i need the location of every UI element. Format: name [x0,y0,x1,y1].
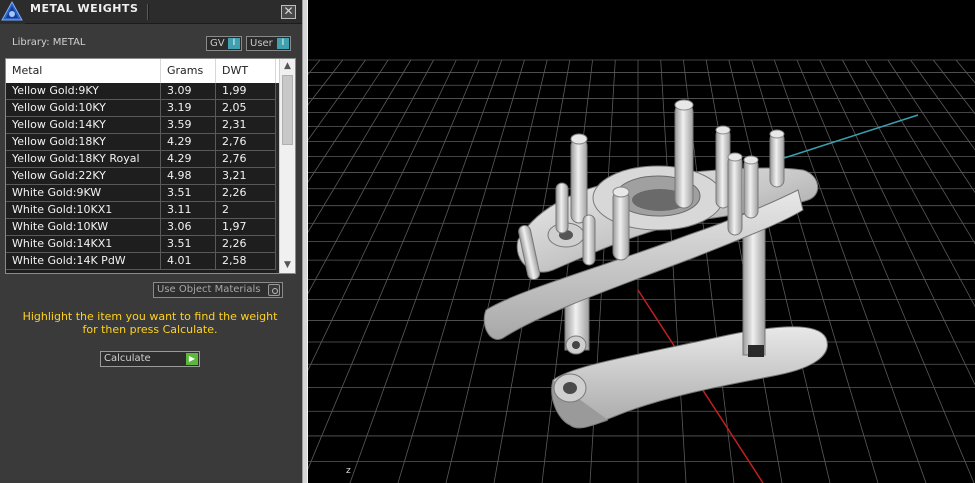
dwt-cell: 2,58 [216,253,276,269]
axis-indicator-label: z [346,466,351,476]
metal-cell: Yellow Gold:9KY [6,83,161,99]
library-label: Library: METAL [12,37,86,48]
metal-cell: White Gold:9KW [6,185,161,201]
metal-cell: Yellow Gold:22KY [6,168,161,184]
dwt-cell: 2,26 [216,236,276,252]
radio-icon [268,284,280,296]
table-body: Yellow Gold:9KY 3.09 1,99 Yellow Gold:10KY… [6,83,276,273]
user-toggle-button[interactable]: User I [246,36,291,51]
metal-cell: Yellow Gold:18KY [6,134,161,150]
titlebar-separator [147,4,149,20]
column-header-grams[interactable]: Grams [161,59,216,83]
column-header-dwt[interactable]: DWT [216,59,276,83]
use-object-materials-toggle[interactable]: Use Object Materials [153,282,283,298]
ring-model[interactable] [308,0,975,483]
grams-cell: 3.11 [161,202,216,218]
gv-label: GV [210,38,225,49]
instruction-line-2: for then press Calculate. [82,323,218,336]
dwt-cell: 2,05 [216,100,276,116]
grams-cell: 4.98 [161,168,216,184]
close-button[interactable]: ✕ [281,5,296,19]
app-logo-icon [0,0,25,24]
table-row[interactable]: White Gold:14K PdW 4.01 2,58 [6,253,276,270]
dwt-cell: 2 [216,202,276,218]
dwt-cell: 3,21 [216,168,276,184]
grams-cell: 3.51 [161,236,216,252]
gv-toggle-button[interactable]: GV I [206,36,242,51]
table-row[interactable]: Yellow Gold:9KY 3.09 1,99 [6,83,276,100]
metal-cell: White Gold:10KX1 [6,202,161,218]
dwt-cell: 2,76 [216,151,276,167]
use-object-materials-label: Use Object Materials [157,284,261,295]
calculate-label: Calculate [104,353,151,364]
grams-cell: 3.09 [161,83,216,99]
dwt-cell: 2,26 [216,185,276,201]
grams-cell: 4.01 [161,253,216,269]
metal-cell: White Gold:14K PdW [6,253,161,269]
grams-cell: 3.51 [161,185,216,201]
user-label: User [250,38,273,49]
table-row[interactable]: White Gold:9KW 3.51 2,26 [6,185,276,202]
table-row-partial[interactable] [6,270,276,273]
gv-toggle-icon: I [228,38,240,49]
table-row[interactable]: White Gold:10KX1 3.11 2 [6,202,276,219]
grams-cell: 3.59 [161,117,216,133]
grams-cell: 4.29 [161,134,216,150]
metal-weights-panel: METAL WEIGHTS ✕ Library: METAL GV I User… [0,0,302,483]
dwt-cell: 2,76 [216,134,276,150]
play-icon: ▶ [186,353,198,365]
table-row[interactable]: White Gold:10KW 3.06 1,97 [6,219,276,236]
table-scrollbar[interactable]: ▲ ▼ [279,59,295,273]
table-row[interactable]: Yellow Gold:14KY 3.59 2,31 [6,117,276,134]
metal-weights-table: Metal Grams DWT Yellow Gold:9KY 3.09 1,99 … [5,58,296,274]
panel-title: METAL WEIGHTS [30,2,139,15]
metal-cell: White Gold:14KX1 [6,236,161,252]
user-toggle-icon: I [277,38,289,49]
grams-cell: 3.19 [161,100,216,116]
column-header-metal[interactable]: Metal [6,59,161,83]
table-row[interactable]: Yellow Gold:18KY Royal 4.29 2,76 [6,151,276,168]
table-row[interactable]: White Gold:14KX1 3.51 2,26 [6,236,276,253]
dwt-cell: 1,99 [216,83,276,99]
3d-viewport[interactable]: z [308,0,975,483]
grams-cell: 3.06 [161,219,216,235]
table-row[interactable]: Yellow Gold:10KY 3.19 2,05 [6,100,276,117]
metal-cell: White Gold:10KW [6,219,161,235]
dwt-cell: 1,97 [216,219,276,235]
panel-titlebar: METAL WEIGHTS ✕ [0,0,302,24]
table-row[interactable]: Yellow Gold:22KY 4.98 3,21 [6,168,276,185]
calculate-button[interactable]: Calculate ▶ [100,351,200,367]
metal-cell: Yellow Gold:14KY [6,117,161,133]
table-row[interactable]: Yellow Gold:18KY 4.29 2,76 [6,134,276,151]
scrollbar-thumb[interactable] [282,75,293,145]
table-header: Metal Grams DWT [6,59,281,83]
scroll-down-icon[interactable]: ▼ [280,258,295,273]
instruction-text: Highlight the item you want to find the … [10,310,290,336]
scroll-up-icon[interactable]: ▲ [280,59,295,74]
metal-cell: Yellow Gold:10KY [6,100,161,116]
grams-cell: 4.29 [161,151,216,167]
dwt-cell: 2,31 [216,117,276,133]
instruction-line-1: Highlight the item you want to find the … [22,310,278,323]
metal-cell: Yellow Gold:18KY Royal [6,151,161,167]
